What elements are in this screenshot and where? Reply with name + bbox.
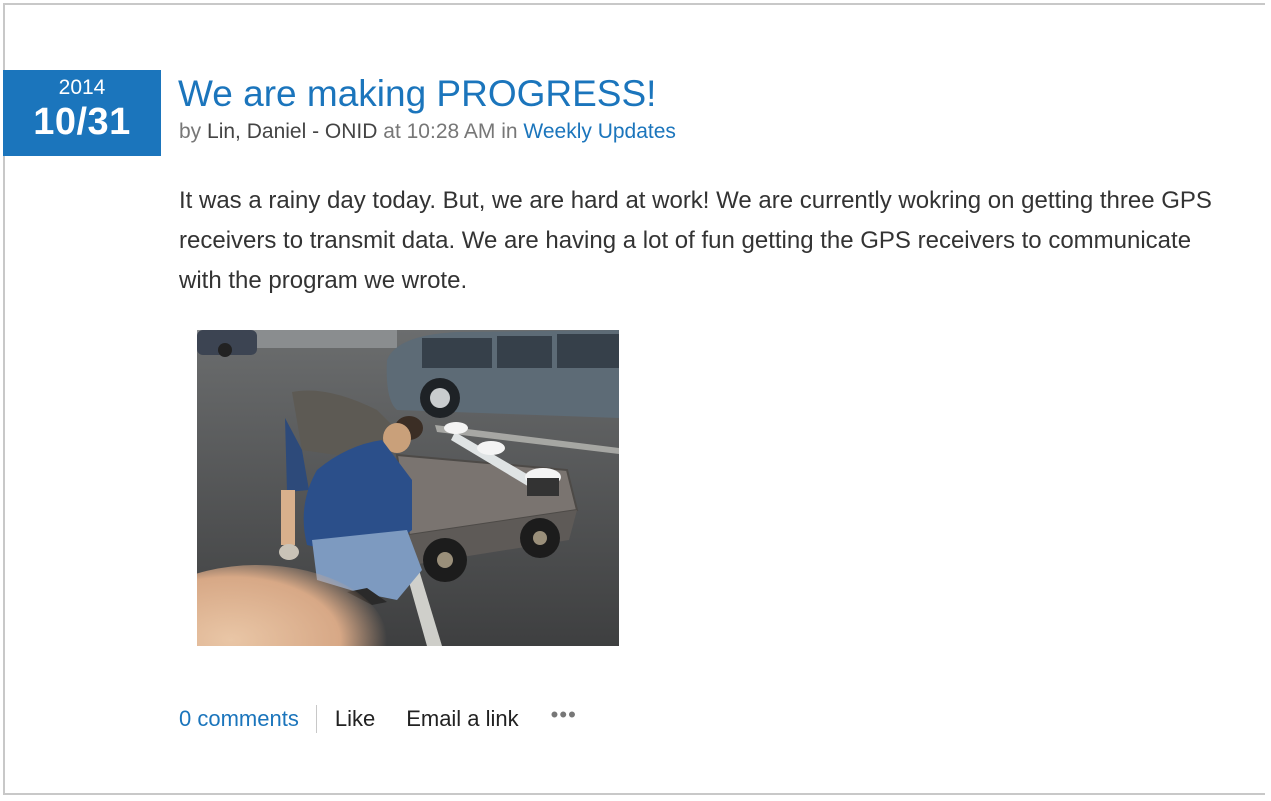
like-button[interactable]: Like [335,706,375,732]
post-photo[interactable] [197,330,619,646]
post-date-year: 2014 [58,76,106,99]
ellipsis-icon[interactable]: ••• [551,702,577,728]
comments-link[interactable]: 0 comments [179,706,299,732]
post-date-badge: 2014 10/31 [3,70,161,156]
post-body-text: It was a rainy day today. But, we are ha… [179,187,1212,294]
byline-in-label: in [501,120,518,143]
byline-time: 10:28 AM [406,120,496,143]
photo-image [197,330,619,646]
post-date-day: 10/31 [33,101,131,143]
byline-at-label: at [383,120,401,143]
post-actions-bar: 0 comments Like Email a link ••• [179,702,577,734]
email-link-button[interactable]: Email a link [406,706,518,732]
byline-author: Lin, Daniel - ONID [207,120,378,143]
actions-divider [315,705,317,733]
byline-by-label: by [179,120,202,143]
post-byline: by Lin, Daniel - ONID at 10:28 AM in Wee… [179,119,676,145]
post-title-link[interactable]: We are making PROGRESS! [178,72,656,116]
byline-category-link[interactable]: Weekly Updates [523,120,676,143]
